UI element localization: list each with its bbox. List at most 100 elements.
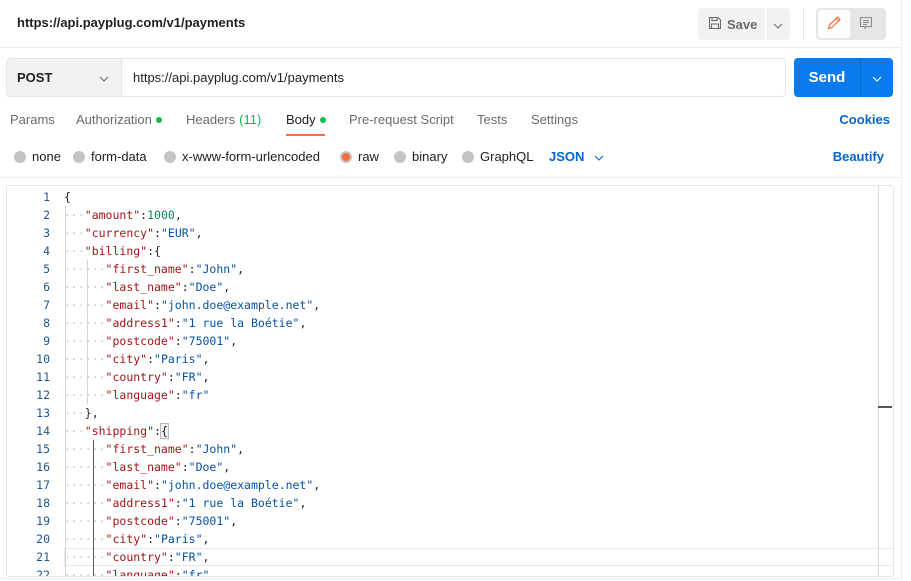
whitespace-marker: ······	[64, 262, 106, 276]
beautify-button[interactable]: Beautify	[833, 149, 884, 164]
code-line: ···"shipping":{	[64, 422, 169, 440]
json-punctuation: :	[174, 568, 182, 577]
tab-body[interactable]: Body	[286, 112, 326, 127]
whitespace-marker: ···	[64, 208, 85, 222]
language-label: JSON	[549, 149, 585, 164]
line-number: 12	[36, 388, 50, 402]
whitespace-marker: ······	[64, 316, 106, 330]
scrollbar-position-marker	[878, 406, 892, 408]
json-punctuation: ,	[202, 550, 210, 564]
json-string: "fr"	[181, 388, 210, 402]
send-options-button[interactable]	[861, 58, 893, 97]
line-number: 13	[36, 406, 50, 420]
tab-params[interactable]: Params	[10, 112, 55, 127]
json-key: "email"	[105, 298, 155, 312]
json-key: "country"	[105, 550, 168, 564]
tab-label: Pre-request Script	[349, 112, 454, 127]
json-punctuation: :	[174, 496, 182, 510]
json-punctuation: ,	[237, 262, 245, 276]
edit-mode-button[interactable]	[818, 10, 850, 38]
line-number: 2	[43, 208, 50, 222]
json-key: "first_name"	[105, 262, 189, 276]
code-line: {	[64, 188, 71, 206]
code-editor[interactable]: 1 2 3 4 5 6 7 8 9 10 11 12 13 14 15 16 17 18 19 20 21 22 {···…	[6, 185, 894, 577]
code-line: ······"email":"john.doe@example.net",	[64, 476, 320, 494]
cookies-link[interactable]: Cookies	[839, 112, 890, 127]
send-button[interactable]: Send	[794, 58, 861, 97]
code-line: ···"currency":"EUR",	[64, 224, 203, 242]
line-number: 3	[43, 226, 50, 240]
url-input[interactable]	[122, 59, 785, 96]
json-string: "John"	[195, 442, 238, 456]
json-string: "FR"	[174, 550, 203, 564]
json-punctuation: ,	[299, 496, 307, 510]
tab-pre-request-script[interactable]: Pre-request Script	[349, 112, 454, 127]
code-line: ······"country":"FR",	[64, 368, 209, 386]
line-number: 9	[43, 334, 50, 348]
comment-icon	[858, 15, 874, 34]
json-punctuation: :	[147, 532, 155, 546]
line-number-gutter: 1 2 3 4 5 6 7 8 9 10 11 12 13 14 15 16 17 18 19 20 21 22	[7, 186, 57, 576]
code-line: ···"billing":{	[64, 242, 161, 260]
json-punctuation: {	[64, 190, 71, 204]
save-button[interactable]: Save	[698, 8, 765, 40]
json-punctuation: :	[154, 424, 161, 438]
json-punctuation: :	[154, 226, 161, 240]
json-string: "75001"	[181, 334, 231, 348]
tab-label: Params	[10, 112, 55, 127]
whitespace-marker: ······	[64, 478, 106, 492]
json-string: "john.doe@example.net"	[160, 298, 314, 312]
save-label: Save	[727, 16, 758, 32]
json-number: 1000	[147, 208, 175, 222]
radio-none[interactable]: none	[14, 149, 61, 164]
language-select[interactable]: JSON	[549, 149, 604, 164]
url-bar: POST	[6, 58, 786, 97]
tab-tests[interactable]: Tests	[477, 112, 507, 127]
radio-icon	[164, 150, 176, 163]
json-key: "shipping"	[84, 424, 155, 438]
method-select[interactable]: POST	[7, 59, 122, 96]
line-number: 15	[36, 442, 50, 456]
json-punctuation: :	[188, 442, 196, 456]
radio-form-data[interactable]: form-data	[73, 149, 147, 164]
json-key: "billing"	[84, 244, 148, 258]
vertical-scrollbar[interactable]	[878, 186, 892, 576]
json-punctuation: ,	[230, 514, 238, 528]
request-title[interactable]: https://api.payplug.com/v1/payments	[17, 15, 245, 30]
radio-binary[interactable]: binary	[394, 149, 447, 164]
line-number: 5	[43, 262, 50, 276]
json-punctuation: ,	[202, 352, 210, 366]
tab-label: Headers	[186, 112, 236, 127]
tab-headers[interactable]: Headers (11)	[186, 112, 261, 127]
save-options-button[interactable]	[766, 8, 790, 40]
json-key: "address1"	[105, 496, 175, 510]
whitespace-marker: ······	[64, 370, 106, 384]
radio-x-www-form-urlencoded[interactable]: x-www-form-urlencoded	[164, 149, 320, 164]
code-line: ······"language":"fr"	[64, 566, 209, 577]
code-line: ······"first_name":"John",	[64, 260, 244, 278]
code-line: ······"email":"john.doe@example.net",	[64, 296, 320, 314]
tab-label: Tests	[477, 112, 508, 127]
comments-mode-button[interactable]	[850, 10, 882, 38]
json-key: "postcode"	[105, 514, 175, 528]
code-line: ······"address1":"1 rue la Boétie",	[64, 494, 306, 512]
radio-graphql[interactable]: GraphQL	[462, 149, 533, 164]
line-number: 21	[36, 550, 50, 564]
json-key: "email"	[105, 478, 155, 492]
line-number: 6	[43, 280, 50, 294]
tab-authorization[interactable]: Authorization	[76, 112, 162, 127]
json-punctuation: ,	[230, 334, 238, 348]
tab-settings[interactable]: Settings	[531, 112, 578, 127]
json-key: "first_name"	[105, 442, 189, 456]
radio-raw[interactable]: raw	[340, 149, 379, 164]
radio-label: raw	[358, 149, 379, 164]
status-dot	[155, 116, 162, 123]
divider	[0, 177, 901, 178]
tab-label: Authorization	[76, 112, 152, 127]
headers-count: (11)	[239, 112, 262, 127]
code-line: ······"address1":"1 rue la Boétie",	[64, 314, 306, 332]
json-punctuation: ,	[223, 460, 231, 474]
request-header: https://api.payplug.com/v1/payments Save	[0, 0, 901, 48]
code-line: ······"last_name":"Doe",	[64, 458, 230, 476]
code-content[interactable]: {···"amount":1000, ···"currency":"EUR", ··…	[64, 186, 893, 576]
